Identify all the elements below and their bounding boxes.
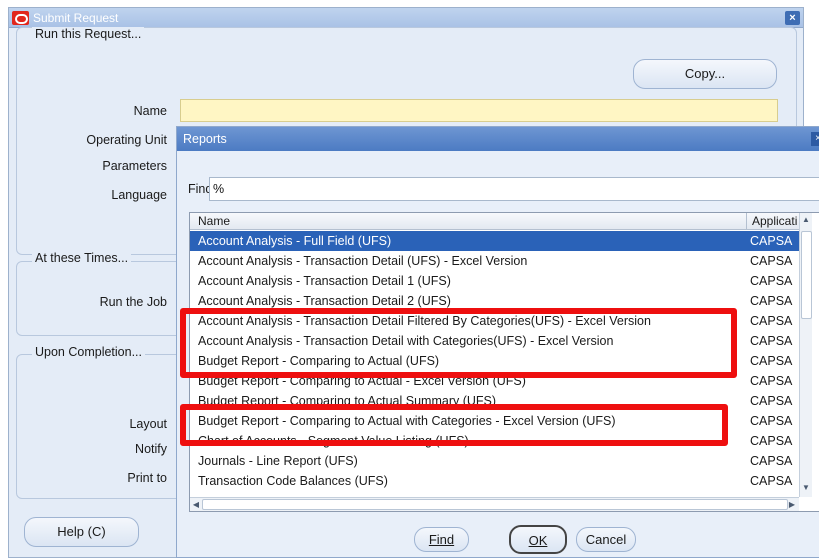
scroll-up-icon[interactable]: ▲ [800, 213, 812, 227]
list-item[interactable]: Account Analysis - Full Field (UFS) CAPS… [190, 231, 799, 251]
times-group-title: At these Times... [32, 251, 132, 265]
vertical-scrollbar[interactable]: ▲ ▼ [799, 213, 812, 497]
report-app: CAPSA [750, 434, 793, 448]
list-item[interactable]: Account Analysis - Transaction Detail 1 … [190, 271, 799, 291]
list-item[interactable]: Journals - Line Report (UFS) CAPSA [190, 451, 799, 471]
report-app: CAPSA [750, 354, 793, 368]
report-name: Account Analysis - Transaction Detail (U… [198, 254, 528, 268]
report-app: CAPSA [750, 374, 793, 388]
dialog-title-bar[interactable]: Reports × [177, 127, 819, 151]
report-app: CAPSA [750, 474, 793, 488]
layout-label: Layout [129, 417, 167, 431]
name-label: Name [133, 104, 167, 118]
list-item[interactable]: Account Analysis - Transaction Detail (U… [190, 251, 799, 271]
print-to-label: Print to [127, 471, 167, 485]
find-input[interactable] [209, 177, 819, 201]
horizontal-scroll-thumb[interactable] [202, 499, 788, 510]
report-app: CAPSA [750, 294, 793, 308]
report-app: CAPSA [750, 254, 793, 268]
name-field[interactable] [180, 99, 778, 122]
close-icon[interactable]: × [785, 11, 800, 25]
report-app: CAPSA [750, 274, 793, 288]
scroll-left-icon[interactable]: ◀ [190, 498, 202, 512]
report-app: CAPSA [750, 234, 793, 248]
report-name: Account Analysis - Full Field (UFS) [198, 234, 392, 248]
run-request-group-title: Run this Request... [32, 27, 145, 41]
scroll-right-icon[interactable]: ▶ [786, 498, 798, 512]
notify-label: Notify [135, 442, 167, 456]
report-app: CAPSA [750, 454, 793, 468]
language-label: Language [111, 188, 167, 202]
find-button[interactable]: Find [414, 527, 469, 552]
cancel-button[interactable]: Cancel [576, 527, 636, 552]
column-header-name[interactable]: Name [190, 213, 747, 230]
report-app: CAPSA [750, 394, 793, 408]
help-button[interactable]: Help (C) [24, 517, 139, 547]
highlight-box-1 [180, 308, 737, 378]
run-job-label: Run the Job [99, 295, 167, 309]
dialog-close-icon[interactable]: × [811, 132, 819, 146]
title-bar[interactable]: Submit Request × [9, 8, 803, 28]
report-name: Journals - Line Report (UFS) [198, 454, 358, 468]
highlight-box-2 [180, 404, 728, 446]
oracle-logo-icon [12, 11, 29, 25]
report-app: CAPSA [750, 314, 793, 328]
vertical-scroll-thumb[interactable] [801, 231, 812, 319]
report-name: Account Analysis - Transaction Detail 1 … [198, 274, 451, 288]
scroll-down-icon[interactable]: ▼ [800, 481, 812, 495]
window-title: Submit Request [33, 11, 119, 25]
list-item[interactable]: Transaction Code Balances (UFS) CAPSA [190, 471, 799, 497]
column-header-application[interactable]: Applicati [747, 213, 799, 230]
dialog-title: Reports [183, 132, 227, 146]
ok-button[interactable]: OK [509, 525, 567, 554]
completion-group-title: Upon Completion... [32, 345, 146, 359]
parameters-label: Parameters [102, 159, 167, 173]
horizontal-scrollbar[interactable]: ◀ ▶ [190, 497, 799, 511]
copy-button[interactable]: Copy... [633, 59, 777, 89]
report-name: Transaction Code Balances (UFS) [198, 474, 388, 488]
report-app: CAPSA [750, 334, 793, 348]
report-app: CAPSA [750, 414, 793, 428]
operating-unit-label: Operating Unit [86, 133, 167, 147]
